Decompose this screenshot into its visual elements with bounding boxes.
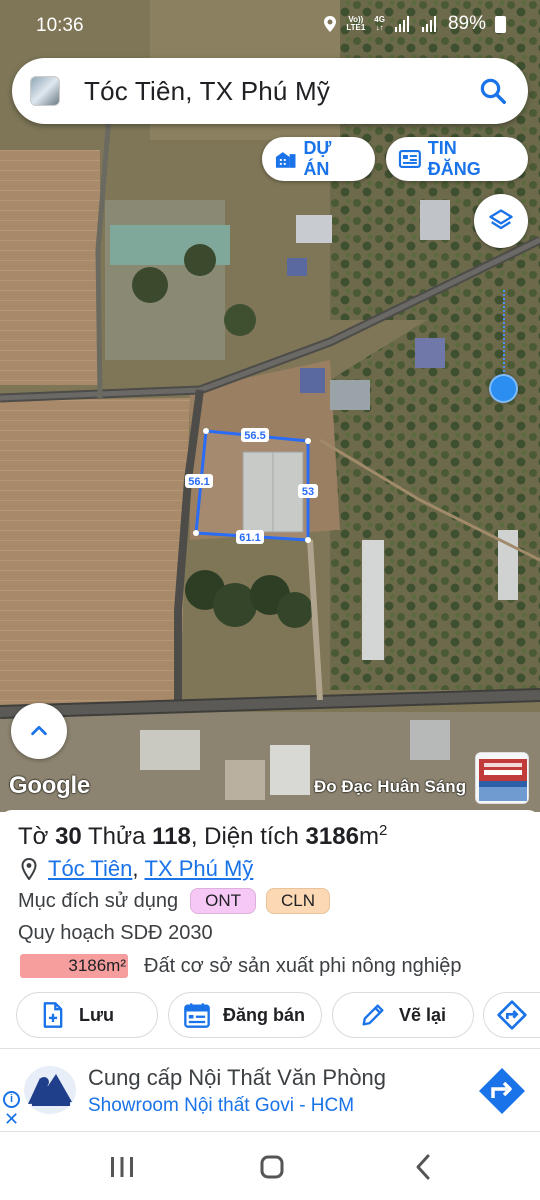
action-row: Lưu Đăng bán Vẽ lại	[16, 992, 540, 1038]
volte-indicator: Vo)) LTE1	[346, 15, 366, 32]
chevron-up-icon	[31, 725, 47, 736]
plan-description: Đất cơ sở sản xuất phi nông nghiệp	[144, 954, 462, 977]
ad-subtitle: Showroom Nội thất Govi - HCM	[88, 1095, 355, 1116]
parcel-area: 3186	[305, 823, 359, 850]
map-sheet-number: 30	[55, 823, 82, 850]
ad-banner[interactable]: i ✕ Cung cấp Nội Thất Văn Phòng Showroom…	[0, 1048, 540, 1132]
edge-length-top: 56.5	[244, 430, 265, 442]
post-for-sale-label: Đăng bán	[223, 1004, 306, 1025]
town-link[interactable]: TX Phú Mỹ	[145, 856, 254, 882]
battery-icon	[495, 15, 506, 33]
recent-apps-icon[interactable]	[102, 1152, 142, 1182]
search-query[interactable]: Tóc Tiên, TX Phú Mỹ	[84, 76, 330, 107]
map-layers-button[interactable]	[474, 194, 528, 248]
parcel-info-panel: Tờ 30 Thửa 118, Diện tích 3186m2 Tóc Tiê…	[0, 810, 540, 1050]
google-logo: Google	[9, 772, 90, 799]
parcel-vertex[interactable]	[305, 537, 311, 543]
projects-chip-label: DỰ ÁN	[303, 138, 332, 179]
watermark-text: Đo Đạc Huân Sáng	[314, 777, 467, 796]
edge-length-right: 53	[302, 486, 314, 498]
plan-row: 3186m² Đất cơ sở sản xuất phi nông nghiệ…	[20, 954, 462, 978]
parcel-vertex[interactable]	[203, 428, 209, 434]
ad-close-icon[interactable]: ✕	[4, 1109, 19, 1130]
battery-percent: 89%	[447, 13, 486, 34]
commune-link[interactable]: Tóc Tiên	[48, 856, 132, 882]
ad-directions-icon[interactable]	[476, 1065, 528, 1117]
land-use-badge-cln[interactable]: CLN	[266, 888, 331, 914]
land-use-purpose: Mục đích sử dụng ONT CLN	[18, 888, 331, 914]
listings-chip-label: TIN ĐĂNG	[427, 138, 481, 179]
redraw-button-label: Vẽ lại	[399, 1004, 447, 1025]
plan-area-bar: 3186m²	[20, 954, 128, 978]
advertiser-logo	[24, 1066, 76, 1114]
watermark-logo	[475, 752, 529, 804]
directions-button[interactable]	[483, 992, 540, 1038]
search-bar[interactable]: Tóc Tiên, TX Phú Mỹ	[12, 58, 528, 124]
listing-icon	[398, 149, 421, 169]
save-button-label: Lưu	[79, 1004, 115, 1025]
save-button[interactable]: Lưu	[16, 992, 158, 1038]
signal-icon	[394, 16, 409, 32]
parcel-location: Tóc Tiên, TX Phú Mỹ	[20, 856, 253, 882]
search-icon[interactable]	[478, 76, 508, 106]
my-location-dot[interactable]	[489, 374, 518, 403]
signal-icon-sim2	[421, 16, 436, 32]
map-pin-icon	[21, 858, 37, 880]
status-bar: 10:36 Vo)) LTE1 4G ↓↑ 89%	[0, 0, 540, 52]
edge-length-left: 56.1	[188, 476, 209, 488]
system-nav-bar	[0, 1132, 540, 1200]
app-screen: 56.5 56.1 53 61.1 Google Đo Đạc Huân Sán…	[0, 0, 540, 1200]
location-thumbnail[interactable]	[30, 76, 60, 106]
home-icon[interactable]	[252, 1152, 292, 1182]
location-pin-icon	[324, 16, 337, 32]
purpose-label: Mục đích sử dụng	[18, 889, 179, 912]
building-icon	[275, 152, 296, 168]
layers-icon	[489, 209, 513, 230]
parcel-number: 118	[152, 823, 191, 850]
calendar-icon	[184, 1003, 210, 1028]
redraw-button[interactable]: Vẽ lại	[332, 992, 474, 1038]
land-use-badge-ont[interactable]: ONT	[190, 888, 257, 914]
status-time: 10:36	[36, 15, 84, 36]
add-file-icon	[43, 1002, 63, 1028]
directions-icon	[497, 1000, 527, 1030]
edge-length-bottom: 61.1	[239, 532, 260, 544]
post-for-sale-button[interactable]: Đăng bán	[168, 992, 322, 1038]
plan-label: Quy hoạch SDĐ 2030	[18, 922, 213, 944]
parcel-vertex[interactable]	[305, 438, 311, 444]
parcel-vertex[interactable]	[193, 530, 199, 536]
pen-icon	[362, 1004, 384, 1026]
network-4g-indicator: 4G ↓↑	[374, 15, 385, 32]
back-icon[interactable]	[404, 1152, 444, 1182]
parcel-title: Tờ 30 Thửa 118, Diện tích 3186m2	[18, 822, 388, 850]
status-icons: Vo)) LTE1 4G ↓↑ 89%	[323, 13, 506, 35]
ad-title: Cung cấp Nội Thất Văn Phòng	[88, 1065, 387, 1090]
expand-panel-button[interactable]	[11, 703, 67, 759]
listings-chip[interactable]: TIN ĐĂNG	[386, 137, 528, 181]
location-trail	[503, 290, 505, 380]
ad-info-icon[interactable]: i	[3, 1091, 20, 1108]
projects-chip[interactable]: DỰ ÁN	[262, 137, 375, 181]
